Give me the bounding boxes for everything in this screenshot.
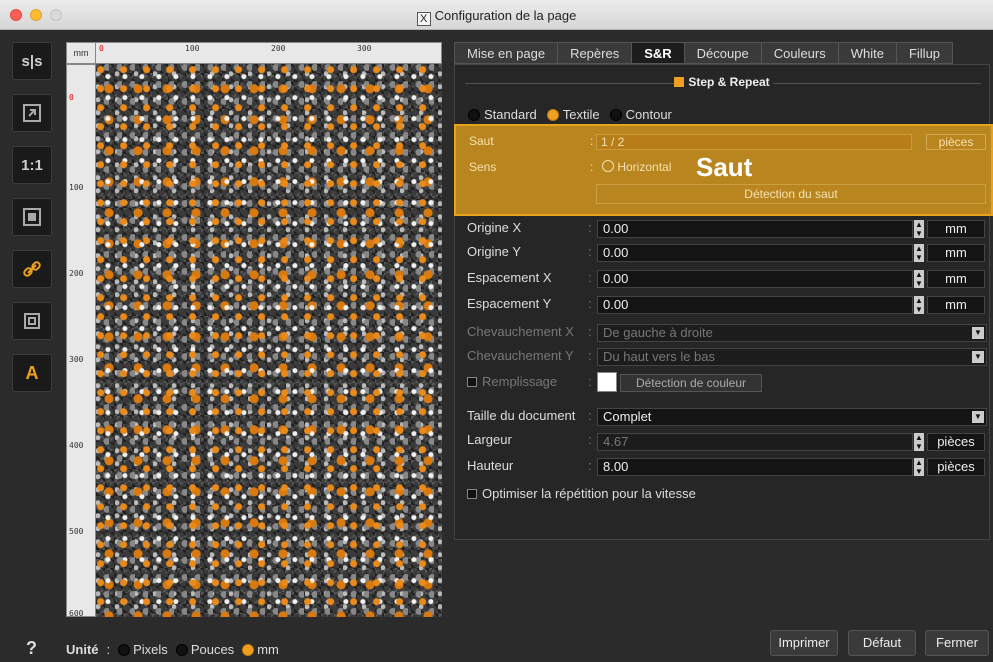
actual-size-button[interactable]: 1:1 <box>12 146 52 184</box>
app-icon: X <box>416 12 431 26</box>
optimize-checkbox[interactable]: Optimiser la répétition pour la vitesse <box>467 486 696 501</box>
section-title: Step & Repeat <box>455 75 989 91</box>
text-tool-icon: A <box>25 362 39 383</box>
sis-tool-button[interactable]: s|s <box>12 42 52 80</box>
arrow-box-icon <box>23 104 41 122</box>
tab-mise-en-page[interactable]: Mise en page <box>454 42 558 64</box>
default-button[interactable]: Défaut <box>848 630 916 656</box>
largeur-stepper[interactable]: ▲ ▼ <box>914 433 924 451</box>
close-button[interactable]: Fermer <box>925 630 989 656</box>
saut-unit[interactable]: pièces <box>926 134 986 150</box>
hauteur-unit: pièces <box>927 458 985 476</box>
window-title: X Configuration de la page <box>0 8 993 26</box>
help-icon[interactable]: ? <box>26 638 37 659</box>
espacement-y-input[interactable]: 0.00 <box>597 296 913 314</box>
hauteur-input[interactable]: 8.00 <box>597 458 913 476</box>
origine-y-stepper[interactable]: ▲ ▼ <box>914 244 924 262</box>
unit-selector: Unité: Pixels Pouces mm <box>66 642 279 657</box>
chevauchement-y-select[interactable]: Du haut vers le bas ▼ <box>597 348 987 366</box>
origine-x-unit: mm <box>927 220 985 238</box>
saut-highlight: Saut : 1 / 2 pièces Sens : Horizontal Sa… <box>454 124 993 216</box>
largeur-input[interactable]: 4.67 <box>597 433 913 451</box>
chevron-down-icon: ▼ <box>972 411 984 423</box>
link-icon <box>23 261 41 277</box>
export-tool-button[interactable] <box>12 94 52 132</box>
espacement-x-input[interactable]: 0.00 <box>597 270 913 288</box>
origine-y-unit: mm <box>927 244 985 262</box>
tab-bar: Mise en page Repères S&R Découpe Couleur… <box>454 42 954 64</box>
fit-page-button[interactable] <box>12 198 52 236</box>
title-bar: X Configuration de la page <box>0 0 993 30</box>
saut-overlay-label: Saut <box>696 152 753 182</box>
text-tool-button[interactable]: A <box>12 354 52 392</box>
chevron-down-icon: ▼ <box>972 327 984 339</box>
link-tool-button[interactable] <box>12 250 52 288</box>
pattern-preview[interactable] <box>96 64 442 617</box>
main-area: s|s 1:1 A 0 100 200 300 0 100 200 300 40… <box>0 30 993 662</box>
hauteur-stepper[interactable]: ▲ ▼ <box>914 458 924 476</box>
tab-reperes[interactable]: Repères <box>557 42 632 64</box>
unit-pouces-radio[interactable]: Pouces <box>175 642 234 657</box>
origine-y-input[interactable]: 0.00 <box>597 244 913 262</box>
tab-sr[interactable]: S&R <box>631 42 684 64</box>
saut-field[interactable]: 1 / 2 <box>596 134 912 150</box>
largeur-unit: pièces <box>927 433 985 451</box>
espacement-x-stepper[interactable]: ▲ ▼ <box>914 270 924 288</box>
section-checkbox[interactable] <box>674 77 685 87</box>
ruler-unit: mm <box>66 42 96 64</box>
ruler-left: 0 100 200 300 400 500 600 <box>66 64 96 618</box>
tab-fillup[interactable]: Fillup <box>895 42 954 64</box>
mode-selector: Standard Textile Contour <box>468 107 672 122</box>
chevron-down-icon: ▼ <box>972 351 984 363</box>
remplissage-checkbox[interactable]: Remplissage <box>467 374 557 389</box>
mode-textile-radio[interactable]: Textile <box>546 107 600 122</box>
espacement-x-unit: mm <box>927 270 985 288</box>
origine-x-stepper[interactable]: ▲ ▼ <box>914 220 924 238</box>
sens-horizontal-radio[interactable]: Horizontal <box>602 160 671 174</box>
unit-pixels-radio[interactable]: Pixels <box>118 642 168 657</box>
espacement-y-stepper[interactable]: ▲ ▼ <box>914 296 924 314</box>
chevauchement-x-select[interactable]: De gauche à droite ▼ <box>597 324 987 342</box>
tab-couleurs[interactable]: Couleurs <box>760 42 838 64</box>
unit-mm-radio[interactable]: mm <box>242 642 279 657</box>
document-size-select[interactable]: Complet ▼ <box>597 408 987 426</box>
print-button[interactable]: Imprimer <box>770 630 838 656</box>
espacement-y-unit: mm <box>927 296 985 314</box>
origine-x-input[interactable]: 0.00 <box>597 220 913 238</box>
fill-color-swatch[interactable] <box>597 372 617 392</box>
mode-contour-radio[interactable]: Contour <box>609 107 672 122</box>
crop-tool-button[interactable] <box>12 302 52 340</box>
ruler-top: 0 100 200 300 <box>66 42 442 64</box>
fit-page-icon <box>23 208 41 226</box>
mode-standard-radio[interactable]: Standard <box>468 107 537 122</box>
crop-icon <box>24 313 40 329</box>
detect-color-button[interactable]: Détection de couleur <box>620 374 762 392</box>
tab-white[interactable]: White <box>837 42 896 64</box>
detect-saut-button[interactable]: Détection du saut <box>596 184 986 204</box>
tab-decoupe[interactable]: Découpe <box>683 42 761 64</box>
